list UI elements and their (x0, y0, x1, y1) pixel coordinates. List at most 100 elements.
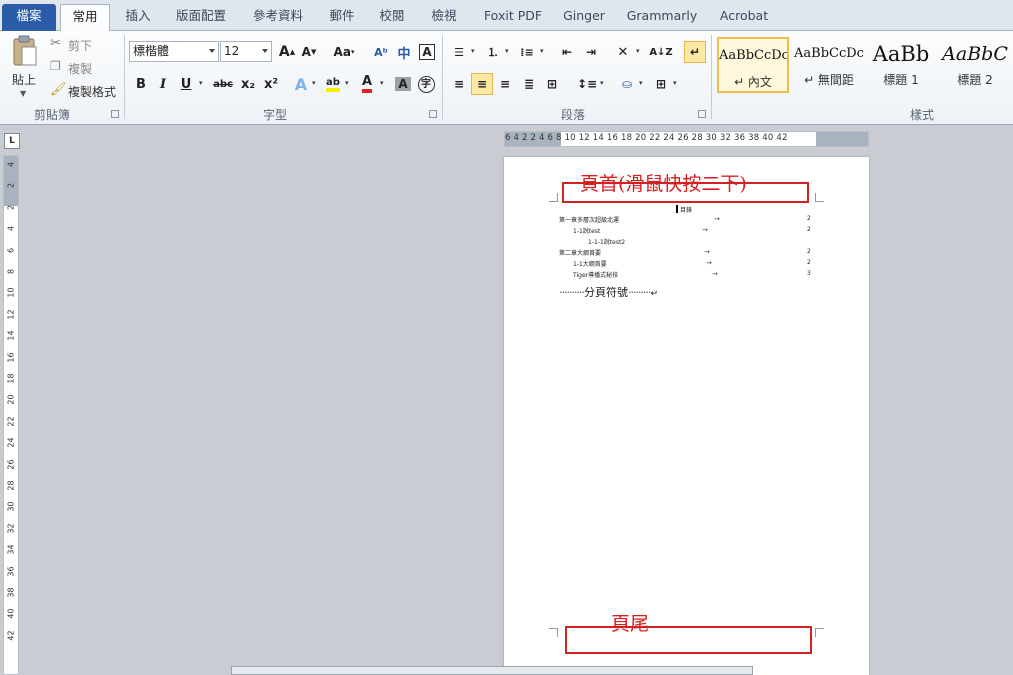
borders-dropdown-icon[interactable]: ▾ (673, 79, 677, 87)
ruler-numbers: 6 4 2 2 4 6 8 10 12 14 16 18 20 22 24 26… (505, 133, 788, 143)
copy-button[interactable]: ❐ 複製 (50, 59, 120, 77)
toc-entry[interactable]: 1-1-1說test2 (504, 237, 869, 248)
style-normal[interactable]: AaBbCcDc ↵ 內文 (717, 37, 789, 93)
margin-corner (815, 193, 824, 202)
tab-references[interactable]: 參考資料 (245, 4, 311, 31)
toc-entry[interactable]: 1-1大綱首要 → 2 (504, 259, 869, 270)
style-name: 標題 1 (883, 73, 919, 87)
cut-button[interactable]: ✂ 剪下 (50, 36, 120, 54)
highlight-dropdown-icon[interactable]: ▾ (345, 79, 349, 87)
align-right-button[interactable]: ≡ (494, 73, 516, 95)
ruler-tick-label: 28 (6, 480, 16, 491)
toc-entry[interactable]: 1-1說test → 2 (504, 226, 869, 237)
format-painter-icon: 🖌 (50, 82, 67, 97)
bullet-list-icon: ☰ (454, 45, 464, 59)
subscript-button[interactable]: x₂ (237, 73, 259, 95)
line-spacing-dropdown-icon[interactable]: ▾ (600, 79, 604, 87)
underline-dropdown-icon[interactable]: ▾ (199, 79, 203, 87)
show-formatting-button[interactable]: ↵ (684, 41, 706, 63)
toc-entry[interactable]: 第一章多層次超級北運 → 2 (504, 215, 869, 226)
tab-insert[interactable]: 插入 (118, 4, 158, 31)
tab-grammarly[interactable]: Grammarly (622, 4, 702, 31)
grow-font-button[interactable]: A ▲ (276, 41, 298, 63)
align-center-button[interactable]: ≡ (471, 73, 493, 95)
shading-dropdown-icon[interactable]: ▾ (639, 79, 643, 87)
numbering-dropdown-icon[interactable]: ▾ (505, 47, 509, 55)
chinese-convert-button[interactable]: 中 (393, 41, 415, 63)
paste-dropdown-icon[interactable]: ▼ (20, 89, 26, 98)
chevron-down-icon (262, 49, 268, 53)
font-color-dropdown-icon[interactable]: ▾ (380, 79, 384, 87)
font-color-button[interactable]: A (356, 73, 378, 95)
ruler-tick-label: 20 (6, 394, 16, 405)
tab-file[interactable]: 檔案 (2, 4, 56, 31)
character-shading-button[interactable]: A (392, 73, 414, 95)
bullets-dropdown-icon[interactable]: ▾ (471, 47, 475, 55)
footer-area[interactable] (565, 626, 812, 654)
tab-home[interactable]: 常用 (60, 4, 110, 31)
tab-foxit-pdf[interactable]: Foxit PDF (478, 4, 548, 31)
toc-entry[interactable]: Tiger導播式秘技 → 3 (504, 270, 869, 281)
document-page[interactable]: 頁首(滑鼠快按二下) 目錄 第一章多層次超級北運 → 2 1-1說test → … (504, 157, 869, 675)
ruler-tick-label: 32 (6, 523, 16, 534)
change-case-button[interactable]: Aa ▾ (330, 41, 358, 63)
asian-layout-dropdown-icon[interactable]: ▾ (636, 47, 640, 55)
bullets-button[interactable]: ☰ (448, 41, 470, 63)
tab-view[interactable]: 檢視 (424, 4, 464, 31)
clipboard-launcher-icon[interactable] (111, 110, 119, 118)
decrease-indent-button[interactable]: ⇤ (556, 41, 578, 63)
font-name-select[interactable]: 標楷體 (129, 41, 219, 62)
superscript-button[interactable]: x² (260, 73, 282, 95)
numbering-button[interactable]: ⒈ (482, 41, 504, 63)
style-name: 標題 2 (957, 73, 993, 87)
strikethrough-button[interactable]: abc (210, 73, 236, 95)
tab-selector[interactable]: L (4, 133, 20, 149)
increase-indent-button[interactable]: ⇥ (580, 41, 602, 63)
text-effects-dropdown-icon[interactable]: ▾ (312, 79, 316, 87)
tab-acrobat[interactable]: Acrobat (712, 4, 776, 31)
horizontal-scrollbar[interactable] (231, 666, 753, 675)
group-divider (442, 35, 443, 119)
multilevel-list-button[interactable]: ⁞≡ (516, 41, 538, 63)
paragraph-launcher-icon[interactable] (698, 110, 706, 118)
group-divider (711, 35, 712, 119)
format-painter-button[interactable]: 🖌 複製格式 (50, 82, 122, 100)
style-heading-1[interactable]: AaBb 標題 1 (867, 37, 935, 93)
shading-button[interactable]: ⛀ (616, 73, 638, 95)
line-spacing-button[interactable]: ↕≡ (576, 73, 598, 95)
toc-entry[interactable]: 第二章大綱首要 → 2 (504, 248, 869, 259)
italic-button[interactable]: I (152, 73, 174, 95)
font-launcher-icon[interactable] (429, 110, 437, 118)
style-heading-2[interactable]: AaBbC 標題 2 (939, 37, 1011, 93)
vertical-ruler[interactable]: 4 2 2 4 6 8 10 12 14 16 18 20 22 24 26 28 30 32 34 36 38 40 42 (3, 155, 19, 675)
multilevel-dropdown-icon[interactable]: ▾ (540, 47, 544, 55)
borders-button[interactable]: ⊞ (650, 73, 672, 95)
tab-layout[interactable]: 版面配置 (168, 4, 234, 31)
tab-review[interactable]: 校閱 (372, 4, 412, 31)
clear-format-button[interactable]: Aᵇ (370, 41, 392, 63)
justify-button[interactable]: ≣ (518, 73, 540, 95)
underline-button[interactable]: U (175, 73, 197, 95)
header-area[interactable] (562, 182, 809, 203)
bold-button[interactable]: B (130, 73, 152, 95)
asian-layout-button[interactable]: ✕ (612, 41, 634, 63)
distributed-button[interactable]: ⊞ (541, 73, 563, 95)
toc-entry-page: 2 (807, 259, 811, 266)
font-size-select[interactable]: 12 (220, 41, 272, 62)
tab-ginger[interactable]: Ginger (558, 4, 610, 31)
paste-button[interactable]: 貼上 ▼ (6, 35, 44, 101)
shrink-font-button[interactable]: A ▼ (298, 41, 320, 63)
tab-mailings[interactable]: 郵件 (322, 4, 362, 31)
enclose-character-button[interactable]: 字 (415, 73, 437, 95)
align-left-button[interactable]: ≡ (448, 73, 470, 95)
tab-arrow-icon: → (714, 215, 720, 223)
character-border-button[interactable]: A (416, 41, 438, 63)
sort-button[interactable]: A↓Z (649, 41, 672, 63)
highlight-button[interactable]: ab (322, 73, 344, 95)
text-effects-button[interactable]: A (290, 73, 312, 95)
scissors-icon: ✂ (50, 36, 61, 51)
ribbon-tab-bar: 檔案 常用 插入 版面配置 參考資料 郵件 校閱 檢視 Foxit PDF Gi… (0, 0, 1013, 31)
paragraph-group-label: 段落 (560, 108, 585, 122)
style-no-spacing[interactable]: AaBbCcDc ↵ 無間距 (793, 37, 865, 93)
horizontal-ruler[interactable]: 6 4 2 2 4 6 8 10 12 14 16 18 20 22 24 26… (504, 131, 869, 147)
